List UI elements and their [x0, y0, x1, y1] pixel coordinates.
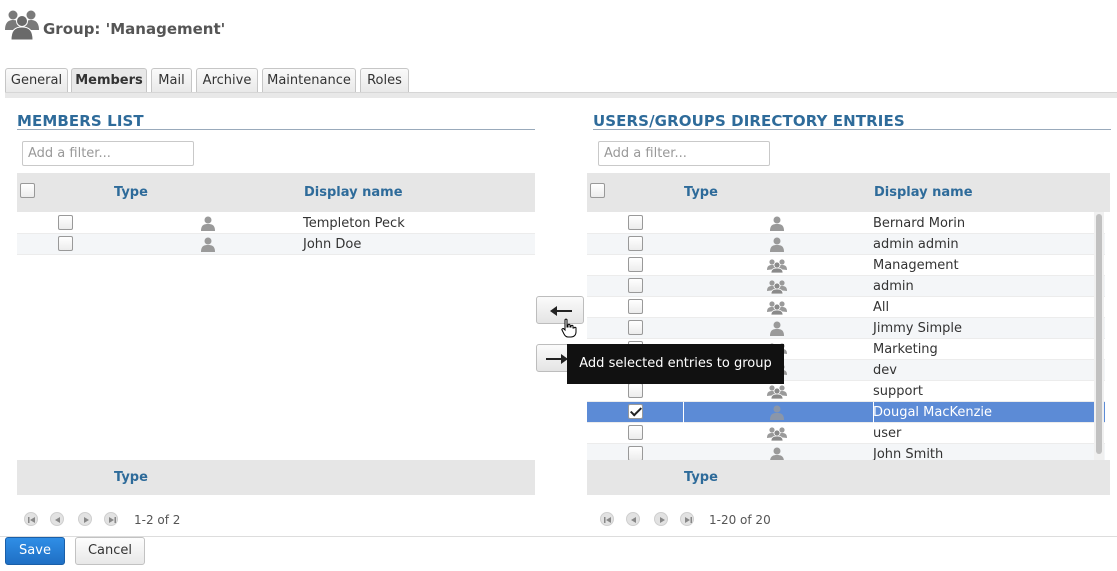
- tab-roles[interactable]: Roles: [360, 68, 409, 92]
- display-name: admin admin: [873, 237, 959, 252]
- next-page-icon[interactable]: [654, 512, 668, 526]
- page-title: Group: 'Management': [43, 20, 226, 38]
- directory-pager-text: 1-20 of 20: [709, 513, 771, 527]
- directory-footer-type: Type: [684, 470, 718, 485]
- row-checkbox[interactable]: [628, 446, 643, 461]
- members-filter-input[interactable]: [22, 141, 194, 166]
- directory-divider: [593, 129, 1111, 130]
- last-page-icon[interactable]: [680, 512, 694, 526]
- row-checkbox[interactable]: [628, 320, 643, 335]
- user-icon: [770, 237, 784, 252]
- members-col-display-name[interactable]: Display name: [304, 185, 403, 200]
- directory-entries-title: USERS/GROUPS DIRECTORY ENTRIES: [593, 112, 905, 130]
- row-checkbox[interactable]: [628, 425, 643, 440]
- row-checkbox[interactable]: [628, 215, 643, 230]
- user-icon: [201, 216, 215, 231]
- display-name: Marketing: [873, 342, 938, 357]
- tabs-bar: [5, 92, 1117, 98]
- members-footer-type: Type: [114, 470, 148, 485]
- display-name: All: [873, 300, 890, 315]
- row-checkbox[interactable]: [628, 383, 643, 398]
- group-icon: [767, 385, 787, 399]
- display-name: John Doe: [303, 237, 362, 252]
- members-list-title: MEMBERS LIST: [17, 112, 144, 130]
- display-name: user: [873, 426, 902, 441]
- directory-filter-input[interactable]: [598, 141, 770, 166]
- table-row[interactable]: Templeton Peck: [17, 213, 535, 234]
- group-icon: [5, 10, 39, 40]
- arrow-left-icon: [550, 306, 572, 316]
- members-divider: [17, 129, 535, 130]
- footer-divider: [0, 536, 1117, 537]
- table-row[interactable]: user: [587, 423, 1105, 444]
- tab-mail[interactable]: Mail: [151, 68, 192, 92]
- members-select-all-checkbox[interactable]: [20, 183, 35, 198]
- tab-archive[interactable]: Archive: [196, 68, 258, 92]
- group-icon: [767, 259, 787, 273]
- table-row[interactable]: Jimmy Simple: [587, 318, 1105, 339]
- first-page-icon[interactable]: [24, 512, 38, 526]
- display-name: Templeton Peck: [303, 216, 405, 231]
- next-page-icon[interactable]: [78, 512, 92, 526]
- display-name: Dougal MacKenzie: [873, 405, 993, 420]
- row-checkbox[interactable]: [628, 404, 643, 419]
- first-page-icon[interactable]: [600, 512, 614, 526]
- table-row[interactable]: Management: [587, 255, 1105, 276]
- tab-general[interactable]: General: [5, 68, 68, 92]
- table-row[interactable]: Dougal MacKenzie: [587, 402, 1105, 423]
- table-row[interactable]: support: [587, 381, 1105, 402]
- row-checkbox[interactable]: [58, 215, 73, 230]
- user-icon: [201, 237, 215, 252]
- table-row[interactable]: admin: [587, 276, 1105, 297]
- members-col-type[interactable]: Type: [114, 185, 148, 200]
- directory-col-type[interactable]: Type: [684, 185, 718, 200]
- last-page-icon[interactable]: [104, 512, 118, 526]
- group-icon: [767, 280, 787, 294]
- display-name: Bernard Morin: [873, 216, 966, 231]
- user-icon: [770, 321, 784, 336]
- tab-maintenance[interactable]: Maintenance: [262, 68, 356, 92]
- row-checkbox[interactable]: [58, 236, 73, 251]
- display-name: dev: [873, 363, 897, 378]
- cancel-button[interactable]: Cancel: [75, 537, 145, 565]
- directory-table-header: Type Display name: [587, 173, 1110, 212]
- table-row[interactable]: All: [587, 297, 1105, 318]
- row-checkbox[interactable]: [628, 236, 643, 251]
- row-checkbox[interactable]: [628, 257, 643, 272]
- tab-members[interactable]: Members: [71, 68, 147, 93]
- directory-col-display-name[interactable]: Display name: [874, 185, 973, 200]
- display-name: Management: [873, 258, 959, 273]
- save-button[interactable]: Save: [5, 537, 65, 565]
- prev-page-icon[interactable]: [50, 512, 64, 526]
- members-table-footer: Type: [17, 460, 535, 495]
- column-separator: [683, 402, 684, 423]
- group-icon: [767, 427, 787, 441]
- members-table-header: Type Display name: [17, 173, 535, 212]
- members-pager-text: 1-2 of 2: [134, 513, 181, 527]
- row-checkbox[interactable]: [628, 299, 643, 314]
- group-icon: [767, 301, 787, 315]
- table-row[interactable]: admin admin: [587, 234, 1105, 255]
- prev-page-icon[interactable]: [626, 512, 640, 526]
- directory-select-all-checkbox[interactable]: [590, 183, 605, 198]
- table-row[interactable]: Bernard Morin: [587, 213, 1105, 234]
- add-entries-tooltip: Add selected entries to group: [567, 344, 784, 384]
- hand-cursor-icon: [561, 318, 577, 338]
- display-name: Jimmy Simple: [873, 321, 962, 336]
- directory-table-footer: Type: [587, 460, 1110, 495]
- arrow-right-icon: [546, 354, 568, 364]
- display-name: support: [873, 384, 923, 399]
- row-checkbox[interactable]: [628, 278, 643, 293]
- directory-scrollbar-thumb[interactable]: [1096, 214, 1102, 454]
- user-icon: [770, 405, 784, 420]
- display-name: admin: [873, 279, 914, 294]
- table-row[interactable]: John Doe: [17, 234, 535, 255]
- user-icon: [770, 216, 784, 231]
